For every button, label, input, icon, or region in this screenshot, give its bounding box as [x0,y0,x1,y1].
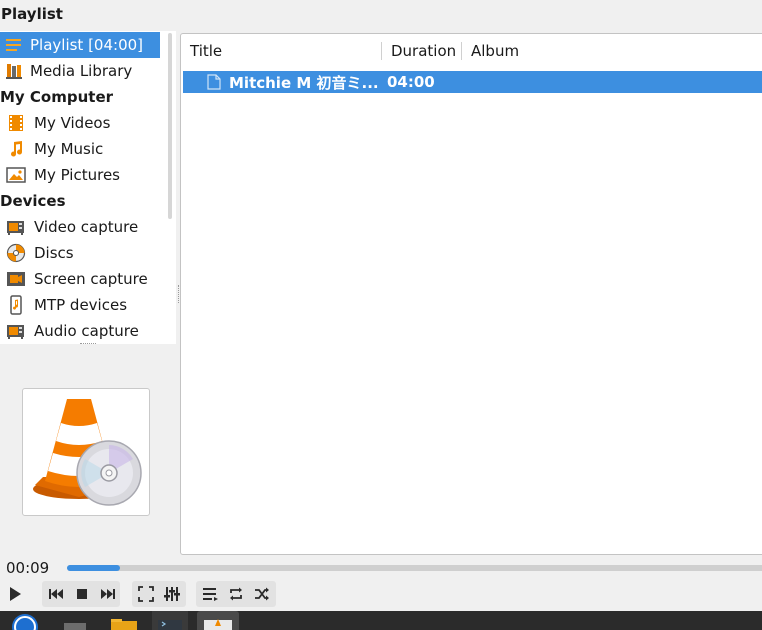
row-duration: 04:00 [387,73,435,91]
capture-card-icon [6,217,26,237]
sidebar-item-label: Video capture [34,218,139,236]
disc-icon [6,243,26,263]
vlc-icon [204,619,232,630]
sidebar-item-mtp-devices[interactable]: MTP devices [0,292,127,318]
sidebar-item-my-videos[interactable]: My Videos [0,110,110,136]
sidebar-item-playlist[interactable]: Playlist [04:00] [0,32,160,58]
fullscreen-button[interactable] [133,581,159,607]
camera-icon [6,269,26,289]
sidebar-scrollbar[interactable] [168,33,172,219]
column-header-duration[interactable]: Duration [382,42,462,60]
taskbar-app-terminal[interactable] [152,611,188,630]
picture-icon [6,165,26,185]
seek-progress [67,565,120,571]
equalizer-icon [164,587,180,601]
seek-slider[interactable] [67,565,762,571]
fullscreen-icon [138,586,154,602]
playlist-view: Title Duration Album Mitchie M 初音ミ... 04… [180,33,762,555]
sidebar-item-audio-capture[interactable]: Audio capture [0,318,139,344]
skip-back-icon [49,589,63,599]
playlist-toggle-icon [203,588,218,601]
music-note-icon [6,139,26,159]
taskbar-app-vlc[interactable] [197,611,239,630]
skip-forward-icon [101,589,115,599]
horizontal-splitter-handle[interactable] [80,343,96,345]
shuffle-button[interactable] [249,581,275,607]
sidebar-item-label: My Pictures [34,166,120,184]
taskbar-app-files[interactable] [110,611,138,630]
previous-button[interactable] [43,581,69,607]
sidebar-item-label: My Videos [34,114,111,132]
sidebar-item-label: Discs [34,244,74,262]
sidebar-item-label: MTP devices [34,296,128,314]
stop-icon [77,589,87,599]
start-menu-button[interactable] [10,611,40,630]
sidebar-item-screen-capture[interactable]: Screen capture [0,266,148,292]
launcher-icon [12,614,38,630]
play-icon [10,587,21,601]
shuffle-icon [255,587,269,601]
sidebar-item-label: Screen capture [34,270,148,288]
sidebar-item-label: Media Library [30,62,133,80]
extended-settings-button[interactable] [159,581,185,607]
sidebar-item-label: Playlist [04:00] [30,36,144,54]
sidebar-item-media-library[interactable]: Media Library [0,58,132,84]
mtp-device-icon [6,295,26,315]
album-art [22,388,150,516]
sidebar-item-my-music[interactable]: My Music [0,136,103,162]
media-library-icon [4,61,24,81]
column-header-title[interactable]: Title [181,42,382,60]
elapsed-time: 00:09 [6,559,50,577]
playlist-row[interactable]: Mitchie M 初音ミ... 04:00 [183,71,762,93]
folder-icon [111,619,137,630]
window-title: Playlist [1,5,63,23]
row-title: Mitchie M 初音ミ... [229,73,379,92]
taskbar-app-desktop[interactable] [63,611,87,630]
next-button[interactable] [95,581,121,607]
capture-card-icon [6,321,26,341]
sidebar-item-label: My Music [34,140,104,158]
section-header-my-computer: My Computer [0,88,114,106]
terminal-icon [158,620,182,630]
sidebar-item-video-capture[interactable]: Video capture [0,214,138,240]
stop-button[interactable] [69,581,95,607]
file-icon [207,74,221,90]
vlc-cone-icon [33,399,142,506]
section-header-devices: Devices [0,192,66,210]
desktop-icon [64,623,86,630]
toggle-playlist-button[interactable] [197,581,223,607]
playlist-icon [4,35,24,55]
sidebar: Playlist [04:00] Media Library My Comput… [0,31,176,344]
play-button[interactable] [2,581,28,607]
sidebar-item-label: Audio capture [34,322,139,340]
playlist-header: Title Duration Album [181,34,762,68]
repeat-icon [230,587,242,601]
column-header-album[interactable]: Album [462,42,519,60]
taskbar [0,611,762,630]
sidebar-item-discs[interactable]: Discs [0,240,74,266]
film-icon [6,113,26,133]
sidebar-item-my-pictures[interactable]: My Pictures [0,162,120,188]
loop-button[interactable] [223,581,249,607]
